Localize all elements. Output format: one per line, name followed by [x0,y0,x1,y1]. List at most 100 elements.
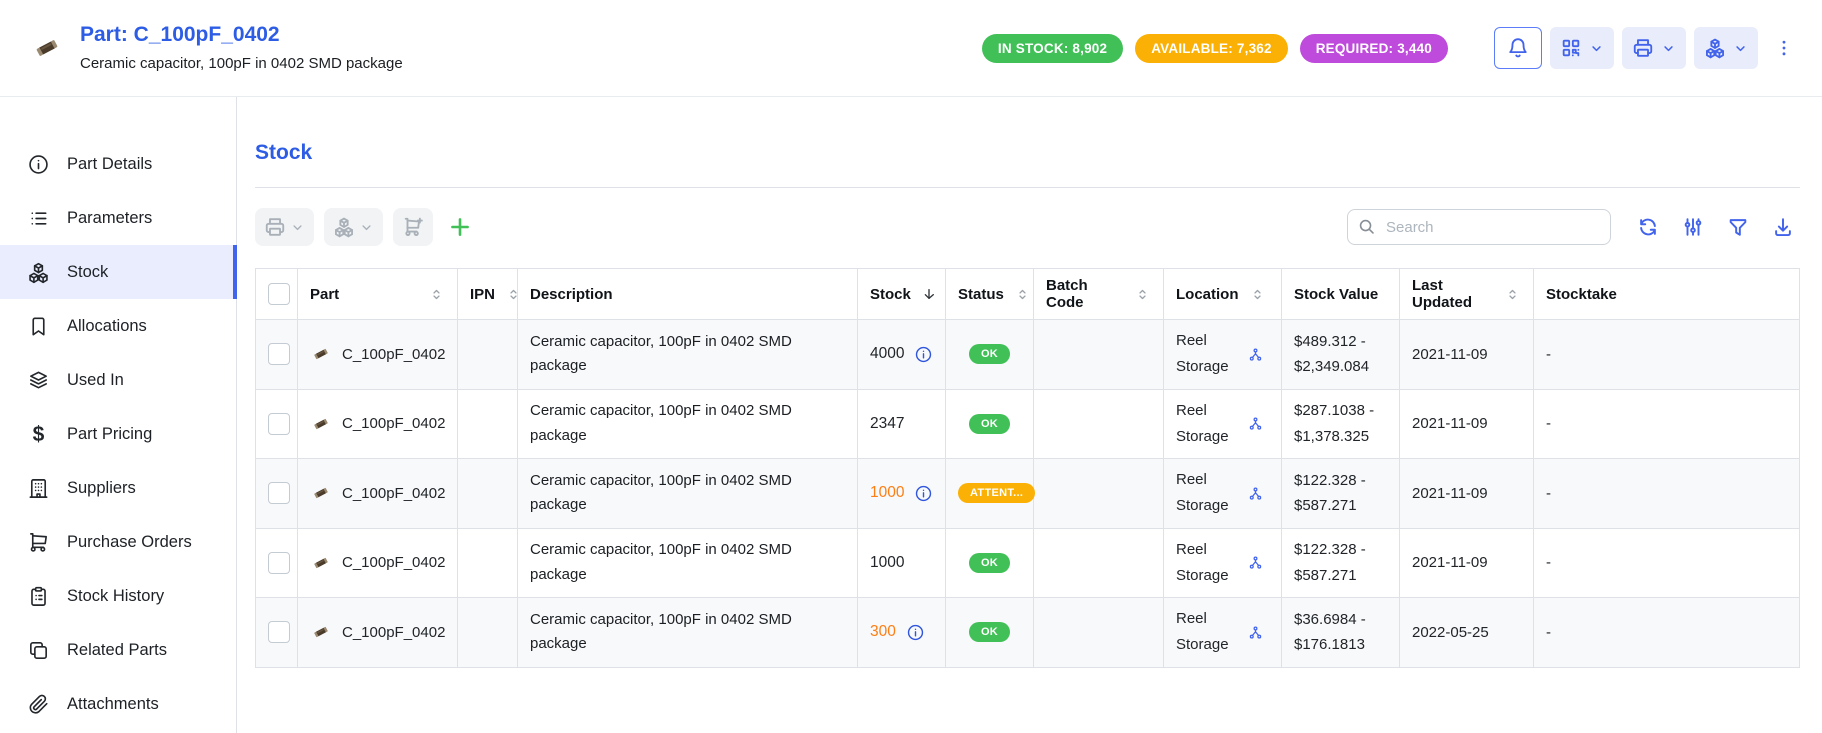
building-icon [27,477,50,500]
part-link[interactable]: C_100pF_0402 [310,480,445,506]
stock-info-icon[interactable] [906,623,925,642]
col-location-header[interactable]: Location [1164,269,1282,320]
columns-button[interactable] [1682,216,1704,238]
badge-required: REQUIRED: 3,440 [1300,34,1448,63]
selector-icon [428,286,445,303]
packages-icon [27,261,50,284]
row-checkbox[interactable] [268,552,290,574]
print-button[interactable] [1622,27,1686,69]
stock-value-cell: $489.312 - $2,349.084 [1282,320,1400,390]
stock-options-button[interactable] [324,208,383,246]
last-updated-cell: 2021-11-09 [1400,459,1534,529]
barcode-button[interactable] [1550,27,1614,69]
part-link[interactable]: C_100pF_0402 [310,411,445,437]
location-link[interactable]: Reel Storage [1176,328,1269,381]
sidebar-item-pricing[interactable]: $Part Pricing [0,407,236,461]
table-row[interactable]: C_100pF_0402Ceramic capacitor, 100pF in … [256,320,1800,390]
sidebar-item-used-in[interactable]: Used In [0,353,236,407]
sidebar-item-stock[interactable]: Stock [0,245,236,299]
col-stocktake-header[interactable]: Stocktake [1534,269,1800,320]
col-status-header[interactable]: Status [946,269,1034,320]
stack-icon [27,369,50,392]
stock-actions-button[interactable] [1694,27,1758,69]
paperclip-icon [27,693,50,716]
last-updated-cell: 2021-11-09 [1400,528,1534,598]
add-stock-button[interactable] [445,212,475,242]
stock-quantity: 2347 [870,415,904,433]
sidebar-item-parameters[interactable]: Parameters [0,191,236,245]
cart-plus-icon [402,216,424,238]
ipn-cell [458,459,518,529]
table-search [1347,209,1611,245]
stock-quantity: 1000 [870,554,904,572]
location-link[interactable]: Reel Storage [1176,398,1269,451]
col-stock-header[interactable]: Stock [858,269,946,320]
dollar-icon: $ [27,424,50,445]
location-link[interactable]: Reel Storage [1176,467,1269,520]
selector-icon [1504,286,1521,303]
row-checkbox[interactable] [268,413,290,435]
notifications-button[interactable] [1494,27,1542,69]
row-checkbox[interactable] [268,482,290,504]
arrow-down-icon [921,286,937,302]
chevron-down-icon [359,220,374,235]
table-row[interactable]: C_100pF_0402Ceramic capacitor, 100pF in … [256,389,1800,459]
part-link[interactable]: C_100pF_0402 [310,341,445,367]
sidebar-item-suppliers[interactable]: Suppliers [0,461,236,515]
row-checkbox[interactable] [268,621,290,643]
dots-vertical-icon [1774,38,1794,58]
sidebar-item-label: Part Details [67,155,152,174]
part-name: C_100pF_0402 [342,624,445,641]
col-ipn-header[interactable]: IPN [458,269,518,320]
stock-info-icon[interactable] [914,345,933,364]
last-updated-cell: 2021-11-09 [1400,389,1534,459]
search-input[interactable] [1347,209,1611,245]
part-name: C_100pF_0402 [342,485,445,502]
batch-cell [1034,320,1164,390]
overflow-menu-button[interactable] [1772,34,1796,62]
ipn-cell [458,528,518,598]
sitemap-icon [1248,555,1263,570]
part-link[interactable]: C_100pF_0402 [310,550,445,576]
col-label: Status [958,286,1004,303]
status-badge: OK [969,344,1010,364]
table-row[interactable]: C_100pF_0402Ceramic capacitor, 100pF in … [256,459,1800,529]
col-part-header[interactable]: Part [298,269,458,320]
col-updated-header[interactable]: Last Updated [1400,269,1534,320]
col-label: Description [530,286,613,303]
sidebar-item-attachments[interactable]: Attachments [0,677,236,731]
plus-icon [447,214,473,240]
part-name: C_100pF_0402 [342,346,445,363]
chevron-down-icon [1589,41,1604,56]
sidebar-item-stock-history[interactable]: Stock History [0,569,236,623]
col-batch-header[interactable]: Batch Code [1034,269,1164,320]
location-link[interactable]: Reel Storage [1176,606,1269,659]
print-options-button[interactable] [255,208,314,246]
select-all-checkbox[interactable] [268,283,290,305]
order-stock-button[interactable] [393,208,433,246]
batch-cell [1034,598,1164,668]
location-link[interactable]: Reel Storage [1176,537,1269,590]
part-thumbnail[interactable] [26,28,68,68]
sidebar-item-related[interactable]: Related Parts [0,623,236,677]
sidebar-item-purchase-orders[interactable]: Purchase Orders [0,515,236,569]
info-circle-icon [906,623,925,642]
cart-icon [27,531,50,554]
row-checkbox[interactable] [268,343,290,365]
refresh-button[interactable] [1637,216,1659,238]
table-row[interactable]: C_100pF_0402Ceramic capacitor, 100pF in … [256,598,1800,668]
col-description-header[interactable]: Description [518,269,858,320]
stock-info-icon[interactable] [914,484,933,503]
table-row[interactable]: C_100pF_0402Ceramic capacitor, 100pF in … [256,528,1800,598]
stock-toolbar [255,208,1800,246]
sitemap-icon [1248,416,1263,431]
filters-button[interactable] [1727,216,1749,238]
col-value-header[interactable]: Stock Value [1282,269,1400,320]
download-button[interactable] [1772,216,1794,238]
part-link[interactable]: C_100pF_0402 [310,619,445,645]
sidebar-item-allocations[interactable]: Allocations [0,299,236,353]
chevron-down-icon [1661,41,1676,56]
adjustments-icon [1682,216,1704,238]
sidebar-item-details[interactable]: Part Details [0,137,236,191]
list-icon [27,207,50,230]
